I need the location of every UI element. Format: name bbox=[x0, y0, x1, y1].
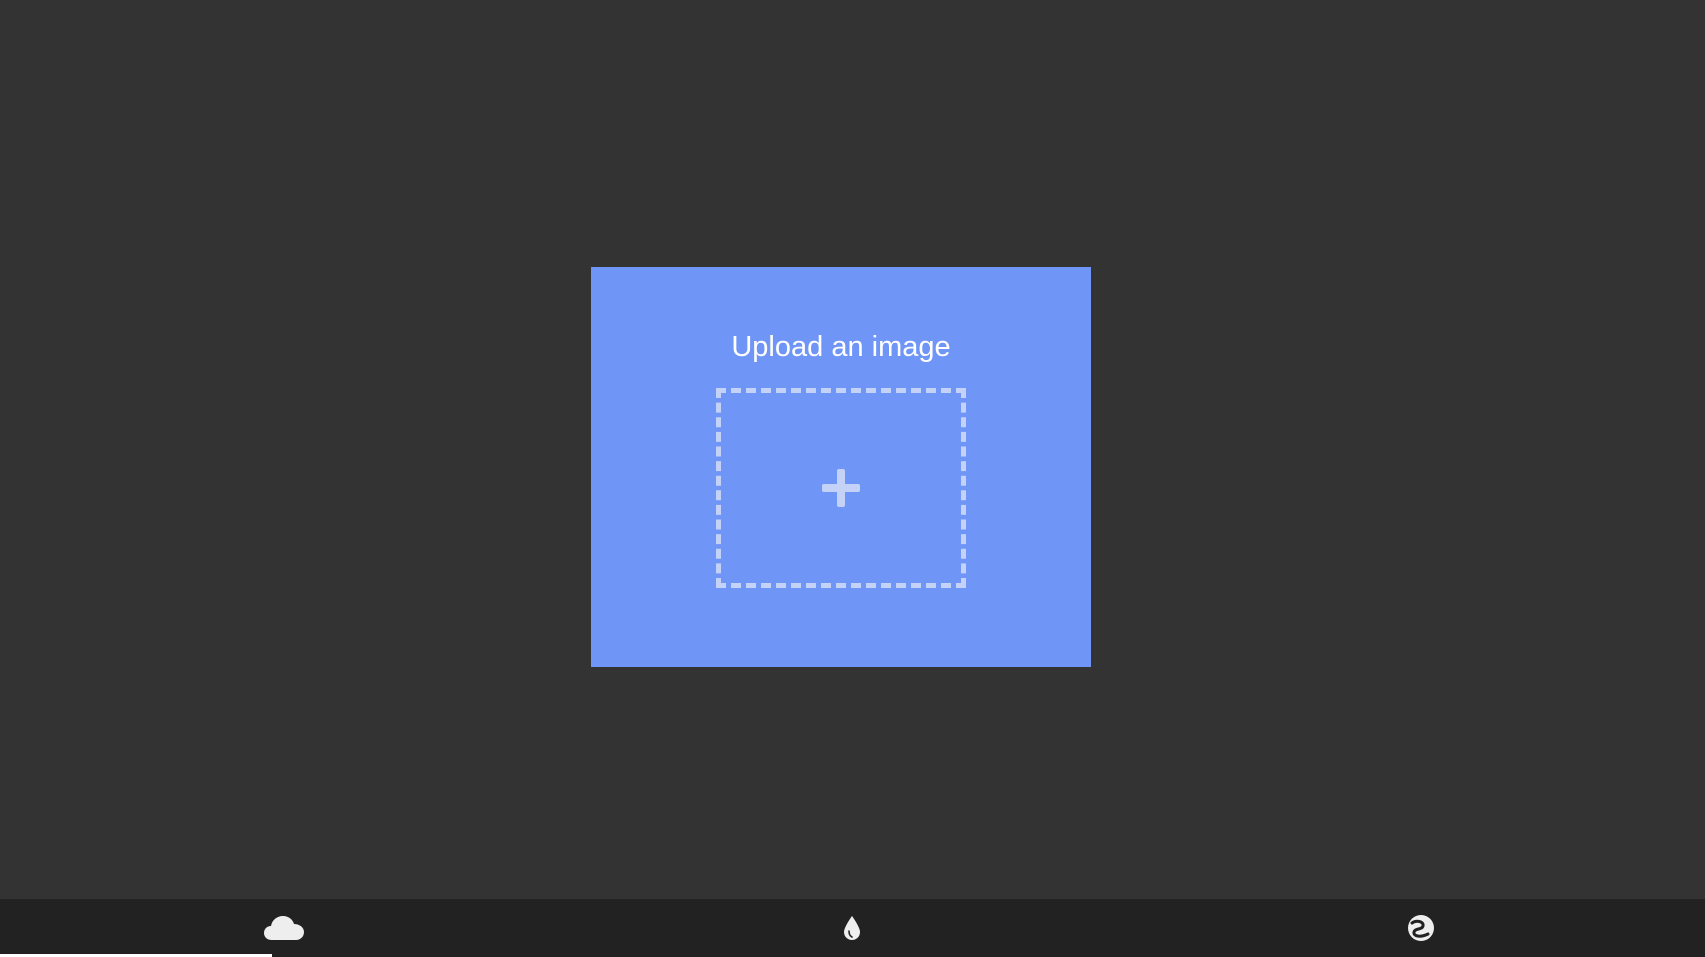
upload-title: Upload an image bbox=[731, 331, 951, 363]
tab-swirl[interactable] bbox=[1137, 899, 1705, 957]
cloud-icon bbox=[263, 914, 305, 942]
tab-drop[interactable] bbox=[568, 899, 1136, 957]
plus-icon bbox=[822, 469, 860, 507]
swirl-icon bbox=[1407, 914, 1435, 942]
image-drop-zone[interactable] bbox=[716, 388, 966, 588]
bottom-nav-bar bbox=[0, 899, 1705, 957]
tab-cloud[interactable] bbox=[0, 899, 568, 957]
drop-icon bbox=[842, 915, 862, 941]
upload-card[interactable]: Upload an image bbox=[591, 267, 1091, 667]
main-area: Upload an image bbox=[0, 0, 1705, 899]
